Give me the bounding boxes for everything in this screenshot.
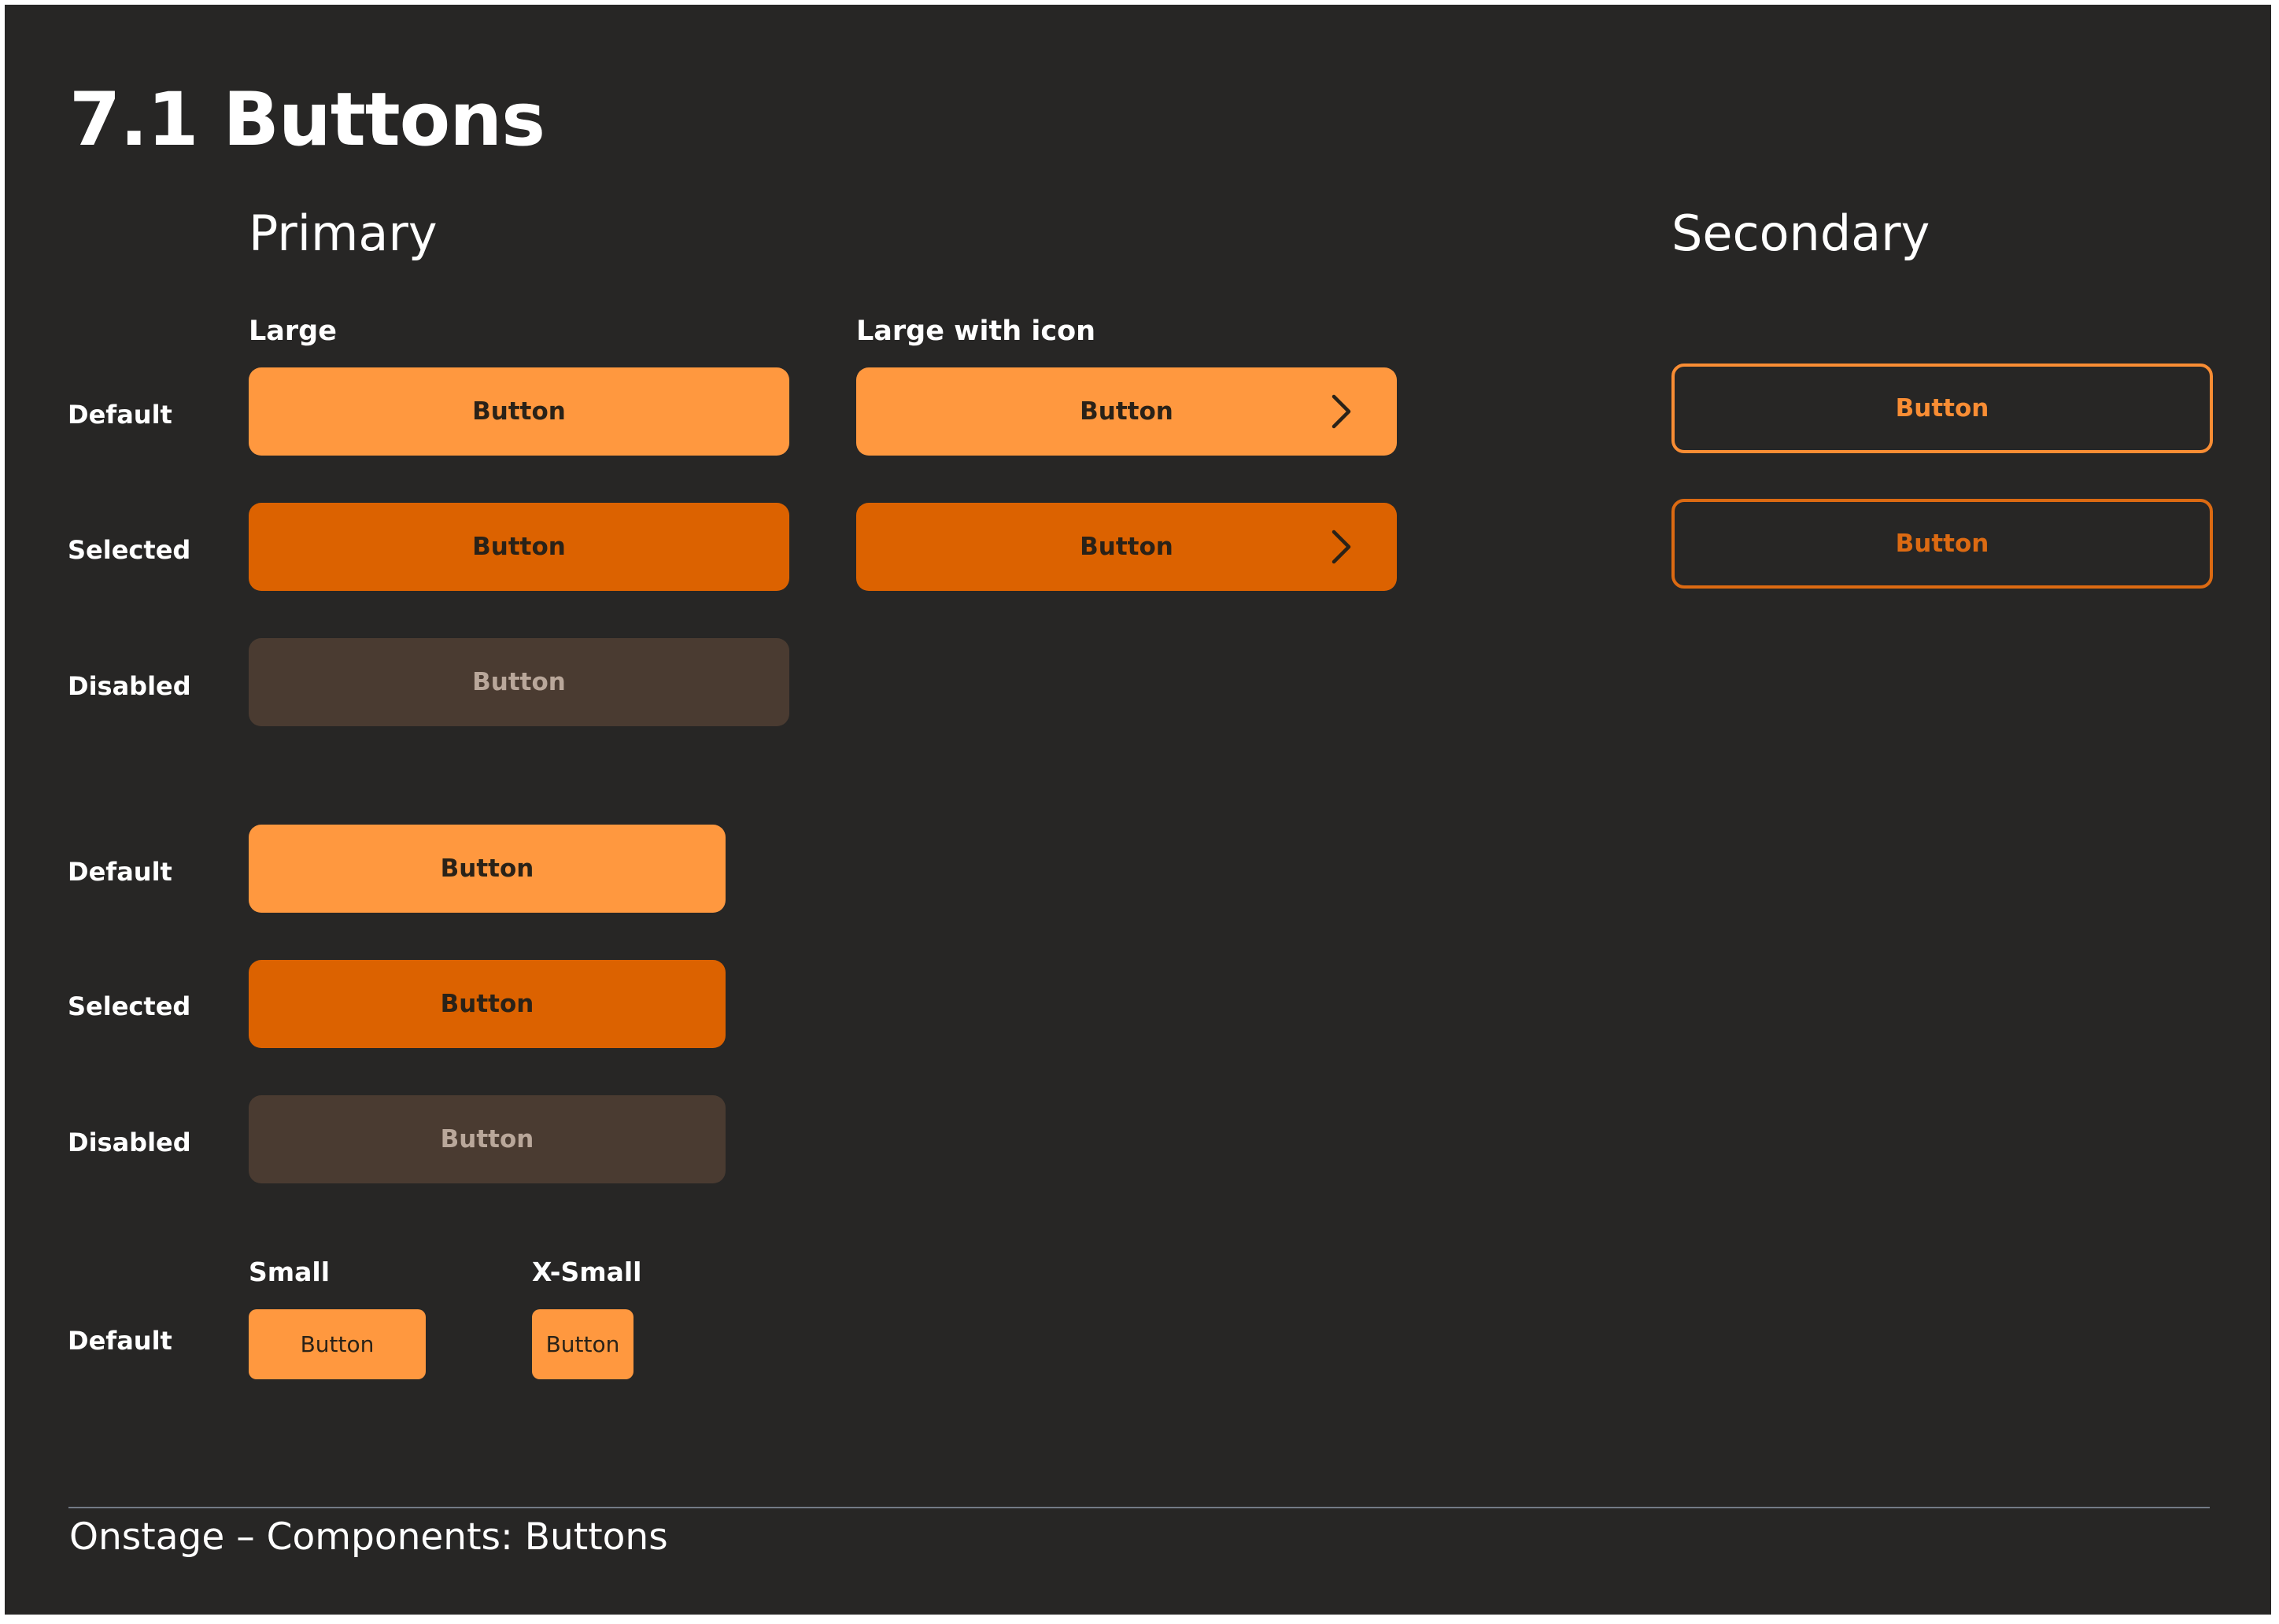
primary-large-icon-default-button[interactable]: Button — [856, 367, 1397, 456]
large-column-title: Large — [249, 316, 337, 347]
primary-medium-selected-button[interactable]: Button — [249, 960, 726, 1048]
primary-small-default-button[interactable]: Button — [249, 1309, 426, 1379]
footer-divider — [68, 1507, 2210, 1508]
row-label-default: Default — [68, 400, 172, 430]
primary-medium-default-button[interactable]: Button — [249, 825, 726, 913]
small-column-title: Small — [249, 1257, 331, 1287]
page-title: 7.1 Buttons — [69, 77, 545, 163]
chevron-right-icon — [1332, 530, 1351, 564]
primary-xsmall-default-button[interactable]: Button — [532, 1309, 633, 1379]
secondary-section-title: Secondary — [1671, 205, 1930, 262]
footer-caption: Onstage – Components: Buttons — [69, 1515, 668, 1559]
primary-large-selected-button[interactable]: Button — [249, 503, 789, 591]
row-label-selected: Selected — [68, 991, 191, 1021]
large-with-icon-column-title: Large with icon — [856, 316, 1096, 347]
secondary-default-button[interactable]: Button — [1671, 364, 2213, 453]
row-label-disabled: Disabled — [68, 1128, 191, 1157]
row-label-selected: Selected — [68, 535, 191, 565]
row-label-default: Default — [68, 857, 172, 887]
primary-large-disabled-button: Button — [249, 638, 789, 726]
design-sheet: 7.1 Buttons Primary Secondary Large Larg… — [5, 5, 2271, 1615]
primary-section-title: Primary — [249, 205, 438, 262]
row-label-disabled: Disabled — [68, 671, 191, 701]
secondary-selected-button[interactable]: Button — [1671, 499, 2213, 589]
primary-medium-disabled-button: Button — [249, 1095, 726, 1183]
button-label: Button — [1080, 533, 1173, 561]
button-label: Button — [1080, 397, 1173, 426]
primary-large-default-button[interactable]: Button — [249, 367, 789, 456]
xsmall-column-title: X-Small — [532, 1257, 642, 1287]
chevron-right-icon — [1332, 394, 1351, 429]
row-label-default: Default — [68, 1326, 172, 1356]
primary-large-icon-selected-button[interactable]: Button — [856, 503, 1397, 591]
